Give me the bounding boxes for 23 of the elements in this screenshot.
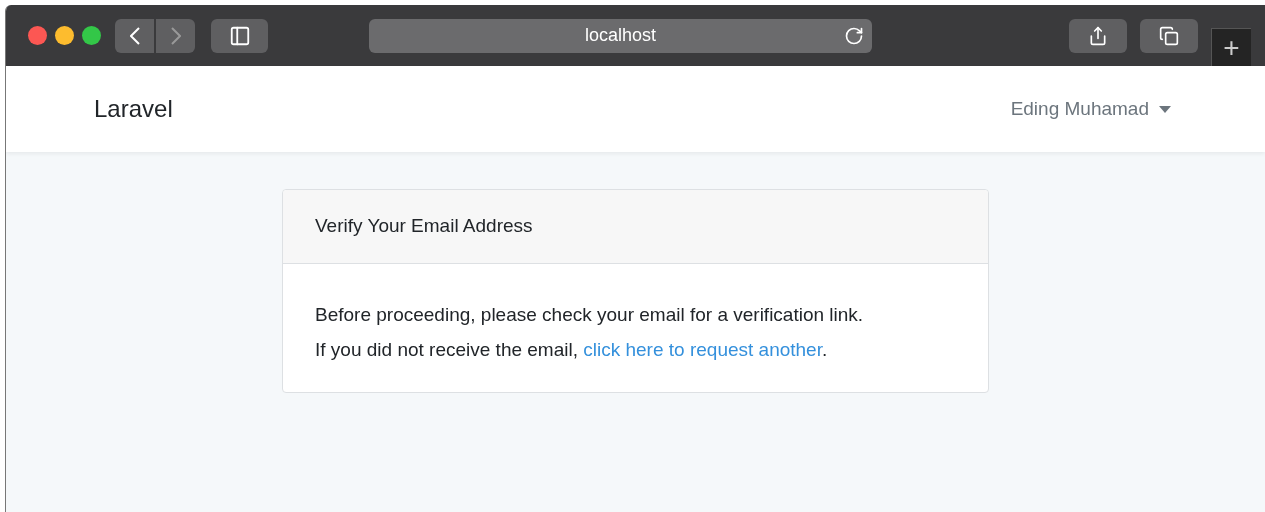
new-tab-button[interactable]: + <box>1211 28 1251 66</box>
tabs-button[interactable] <box>1140 18 1198 53</box>
address-text: localhost <box>584 24 656 47</box>
resend-message: If you did not receive the email, click here to request another. <box>315 338 829 362</box>
caret-icon <box>1159 105 1171 113</box>
back-icon <box>129 26 140 45</box>
sidebar-button[interactable] <box>211 18 268 53</box>
back-button[interactable] <box>115 18 154 53</box>
sidebar-icon <box>228 24 251 47</box>
close-window-icon[interactable] <box>28 26 47 45</box>
address-bar[interactable]: localhost <box>369 18 872 53</box>
share-button[interactable] <box>1069 18 1127 53</box>
resend-link[interactable]: click here to request another <box>583 339 822 360</box>
tabs-icon <box>1159 25 1179 46</box>
reload-icon[interactable] <box>844 25 864 46</box>
card-title: Verify Your Email Address <box>315 214 533 239</box>
forward-icon <box>170 26 181 45</box>
minimize-window-icon[interactable] <box>55 26 74 45</box>
share-icon <box>1088 25 1108 46</box>
maximize-window-icon[interactable] <box>82 26 101 45</box>
verification-message: Before proceeding, please check your email for a verification link. <box>315 303 865 327</box>
brand-link[interactable]: Laravel <box>94 91 173 127</box>
user-menu[interactable]: Eding Muhamad <box>1010 94 1171 124</box>
